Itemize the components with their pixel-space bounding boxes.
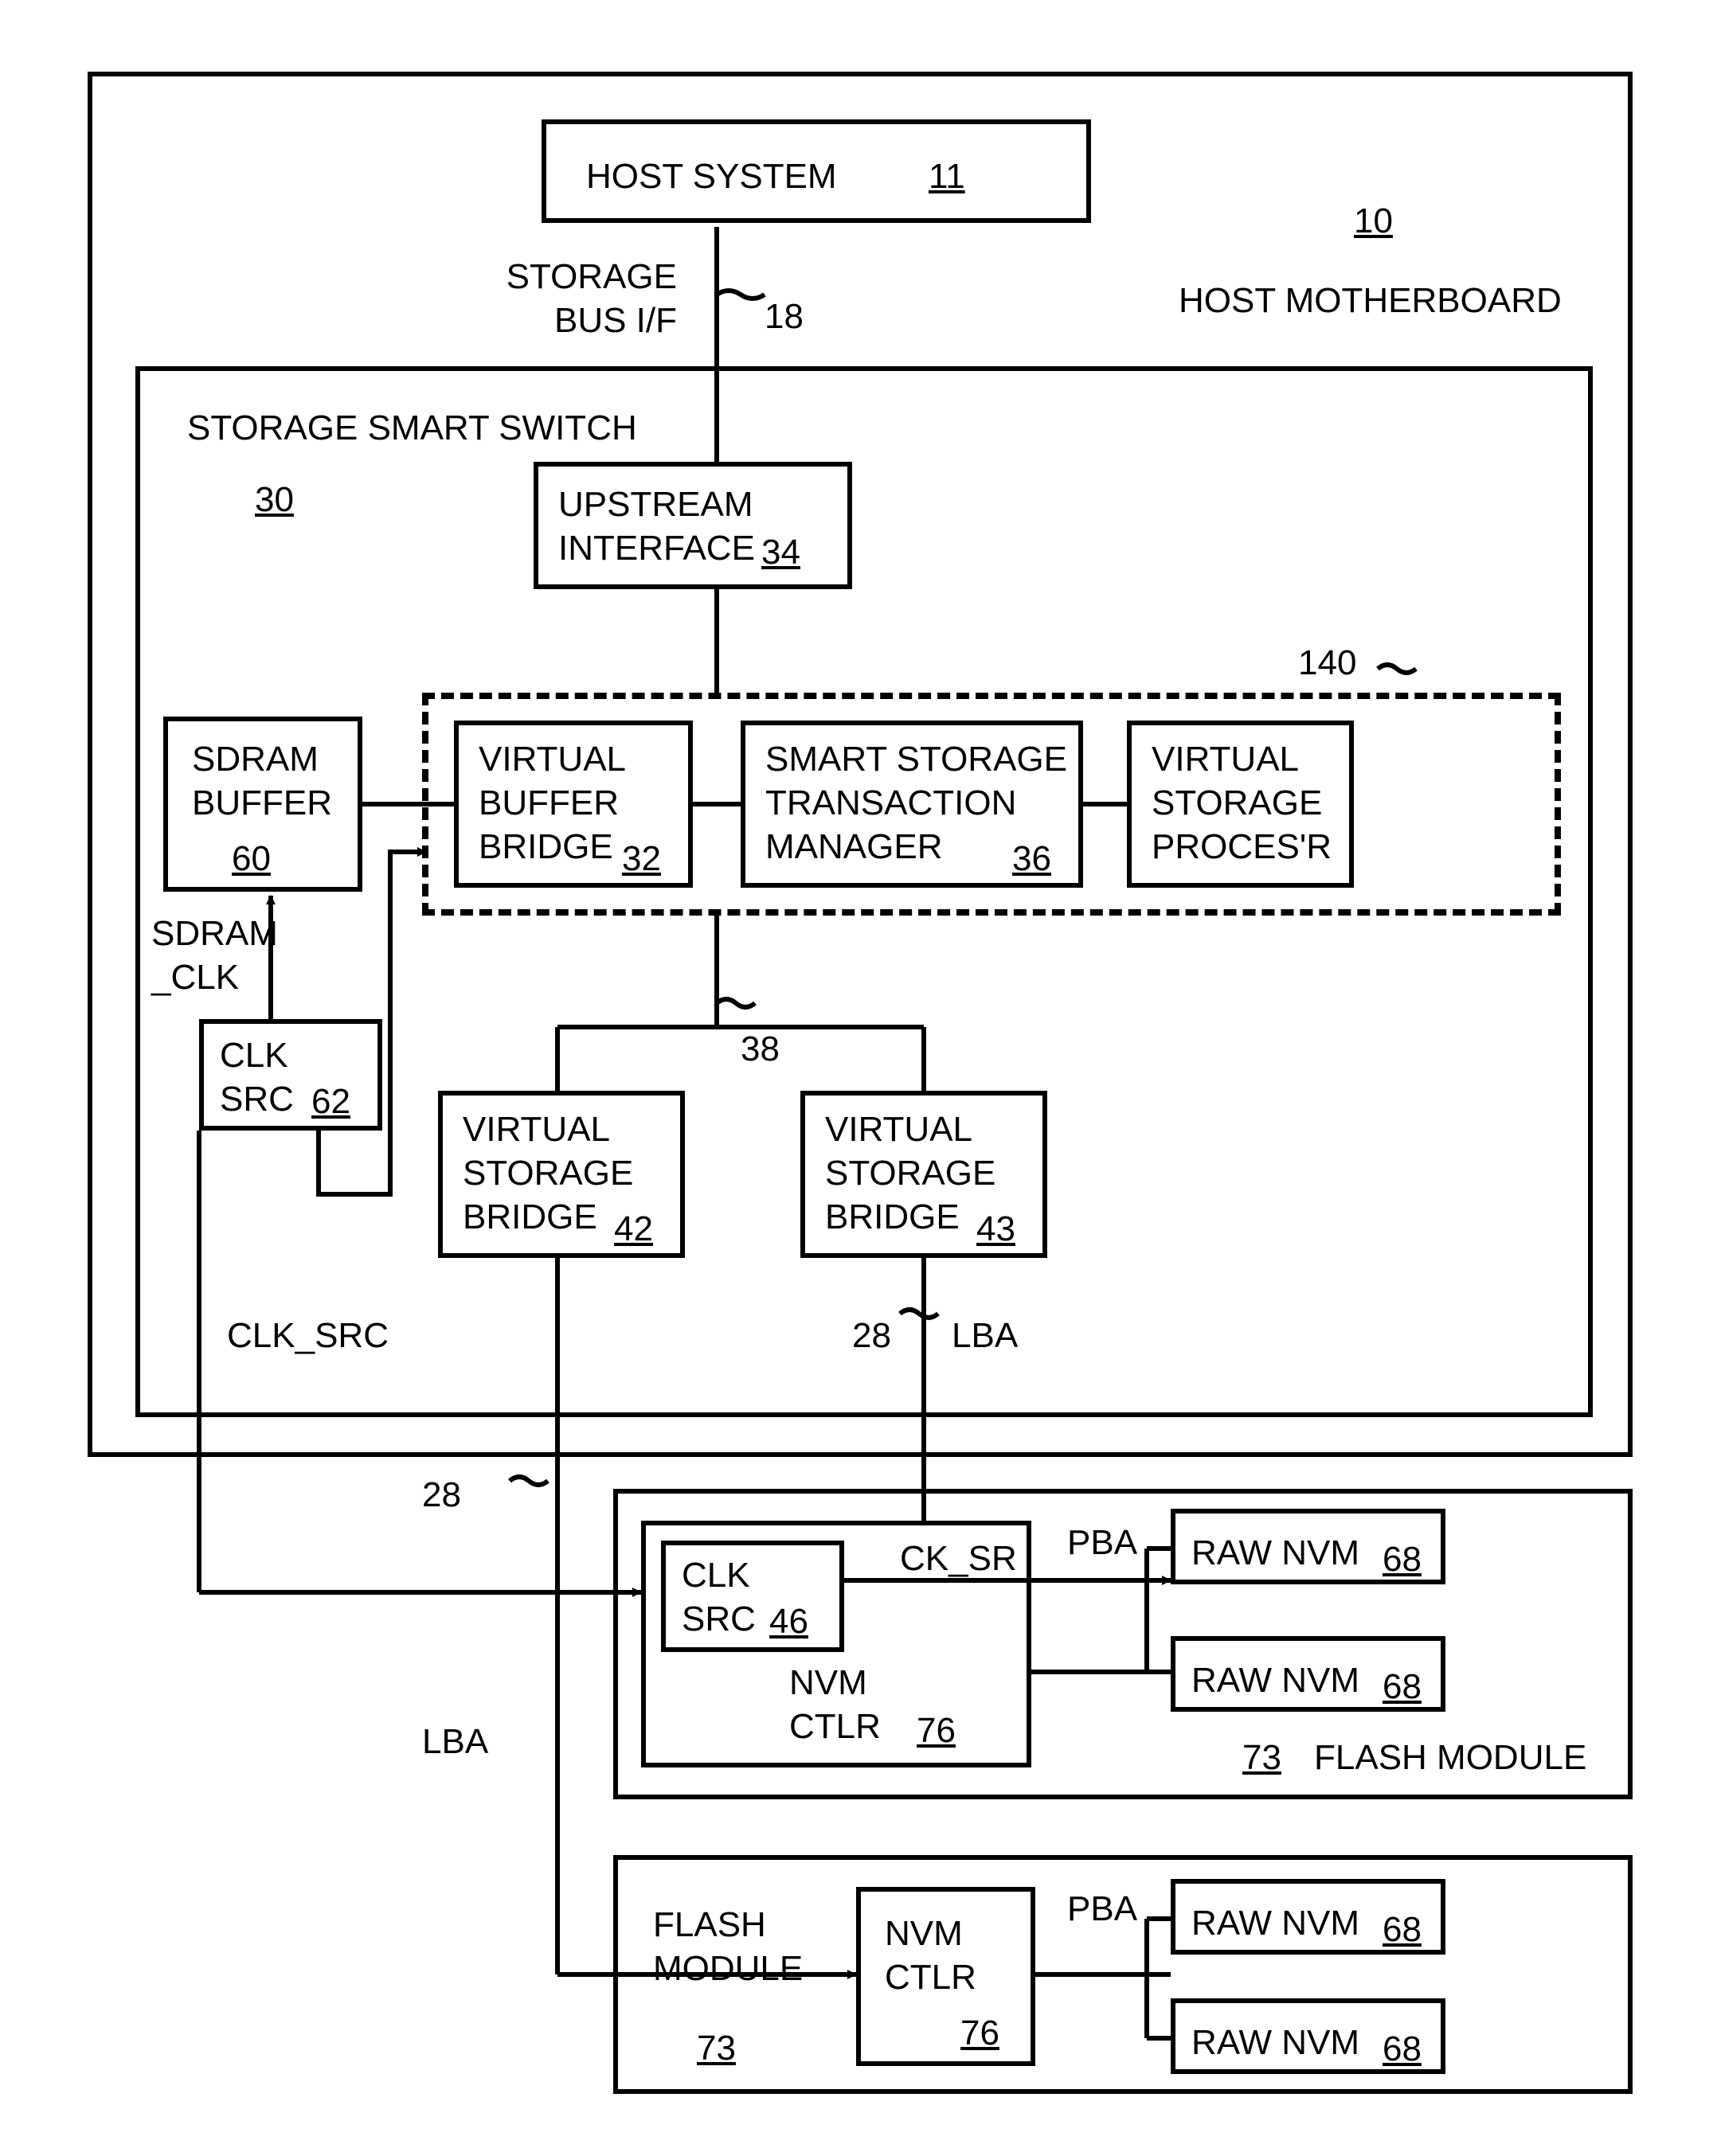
connectors-svg [0, 0, 1717, 2156]
